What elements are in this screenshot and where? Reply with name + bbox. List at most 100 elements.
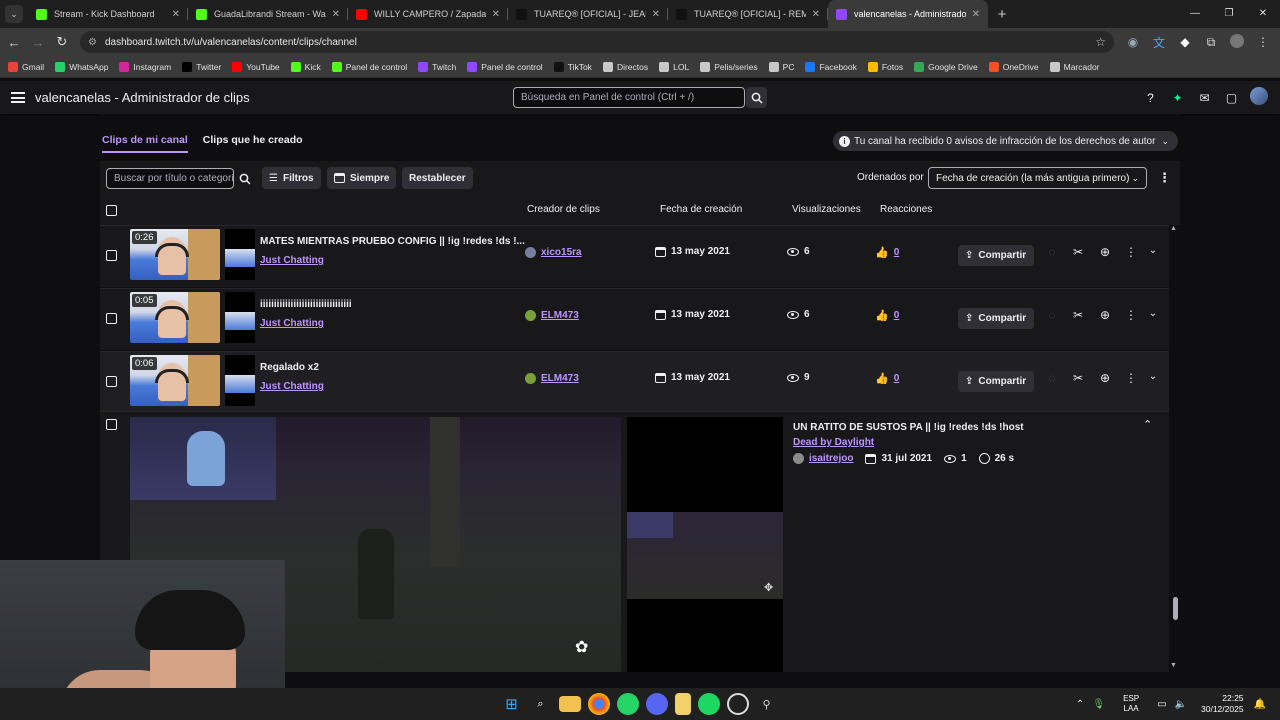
bookmark-item[interactable]: Directos [602,61,648,72]
scissors-icon[interactable]: ✂ [1070,308,1086,328]
app-icon[interactable]: ⚲ [756,693,778,715]
select-all-checkbox[interactable] [106,205,117,216]
browser-tab[interactable]: GuadaLibrandi Stream - Watch ✕ [188,0,348,28]
clip-search-input[interactable]: Buscar por título o categoría [106,168,234,189]
clip-thumbnail[interactable]: 0:05 [130,292,220,343]
bookmark-item[interactable]: Kick [290,61,321,72]
row-checkbox[interactable] [106,419,117,430]
time-range-button[interactable]: Siempre [327,167,397,189]
more-options-icon[interactable]: ⋮ [1123,371,1139,391]
tab-search-button[interactable]: ⌄ [5,5,23,23]
extension-icon[interactable]: ◉ [1120,35,1146,49]
bookmark-item[interactable]: Fotos [867,61,903,72]
add-circle-icon[interactable]: ⊕ [1097,245,1113,265]
inbox-icon[interactable]: ✉ [1191,91,1218,105]
row-checkbox[interactable] [106,313,117,324]
forward-button[interactable]: → [26,35,50,50]
user-avatar[interactable] [1245,87,1272,108]
windows-start-icon[interactable]: ⊞ [501,693,523,715]
browser-tab[interactable]: TUAREQ® [OFICIAL] - JEAN M ✕ [508,0,668,28]
share-button[interactable]: ⇪ Compartir [958,371,1035,392]
notes-icon[interactable] [674,693,691,715]
clip-thumbnail-preview[interactable]: ✥ [627,417,783,672]
chevron-up-icon[interactable]: ⌃ [1076,699,1084,710]
column-views[interactable]: Visualizaciones [792,204,861,215]
bookmark-item[interactable]: Panel de control [467,61,543,72]
extension-icon[interactable]: ◆ [1172,35,1198,49]
clip-category[interactable]: Just Chatting [260,255,324,266]
filters-button[interactable]: ☰ Filtros [262,167,321,189]
system-clock[interactable]: 22:25 30/12/2025 [1201,693,1244,715]
reload-button[interactable]: ↻ [50,34,74,50]
clip-creator[interactable]: ELM473 [525,310,579,321]
bookmark-item[interactable]: Pelis/series [700,61,758,72]
bookmark-item[interactable]: Google Drive [914,61,978,72]
clip-search-button[interactable] [235,168,255,189]
expanded-clip-category[interactable]: Dead by Daylight [793,437,874,448]
whatsapp-icon[interactable] [616,693,639,715]
browser-menu-icon[interactable]: ⋮ [1250,35,1276,49]
scissors-icon[interactable]: ✂ [1070,371,1086,391]
bookmark-item[interactable]: YouTube [232,61,280,72]
share-button[interactable]: ⇪ Compartir [958,245,1035,266]
bookmark-item[interactable]: Gmail [8,61,44,72]
clip-creator[interactable]: xico15ra [525,247,582,258]
browser-tab[interactable]: TUAREQ® [OFICIAL] - REMERA ✕ [668,0,828,28]
bookmark-item[interactable]: WhatsApp [55,61,108,72]
clip-vertical-thumbnail[interactable] [225,355,255,406]
chevron-up-icon[interactable]: ⌃ [1143,418,1152,431]
clip-vertical-thumbnail[interactable] [225,229,255,280]
scissors-icon[interactable]: ✂ [1070,245,1086,265]
chevron-down-icon[interactable]: ⌄ [1145,308,1161,328]
whispers-icon[interactable]: ▢ [1218,91,1245,105]
more-options-icon[interactable]: ⋮ [1158,170,1171,186]
clip-thumbnail[interactable]: 0:06 [130,355,220,406]
puzzle-icon[interactable]: ⧉ [1198,35,1224,50]
row-checkbox[interactable] [106,376,117,387]
search-button[interactable] [746,87,767,108]
close-tab-icon[interactable]: ✕ [332,9,340,20]
bookmark-item[interactable]: PC [768,61,794,72]
browser-tab[interactable]: valencanelas - Administrador d ✕ [828,0,988,28]
file-explorer-icon[interactable] [558,696,581,712]
maximize-button[interactable]: ❐ [1212,0,1246,28]
clip-title[interactable]: iiiiiiiiiiiiiiiiiiiiiiiiiiiiiiiii [260,299,352,310]
close-tab-icon[interactable]: ✕ [492,9,500,20]
copyright-notice[interactable]: i Tu canal ha recibido 0 avisos de infra… [832,131,1178,151]
profile-avatar[interactable] [1224,33,1250,51]
language-indicator[interactable]: ESP LAA [1123,694,1139,714]
clip-category[interactable]: Just Chatting [260,318,324,329]
add-circle-icon[interactable]: ⊕ [1097,371,1113,391]
add-circle-icon[interactable]: ⊕ [1097,308,1113,328]
tab-my-clips[interactable]: Clips que he creado [203,134,303,153]
close-tab-icon[interactable]: ✕ [812,9,820,20]
clip-creator[interactable]: ELM473 [525,373,579,384]
minimize-button[interactable]: — [1178,0,1212,28]
bookmark-item[interactable]: Panel de control [331,61,407,72]
scroll-up-icon[interactable]: ▲ [1170,225,1177,232]
new-tab-button[interactable]: + [988,6,1016,23]
bookmark-item[interactable]: Marcador [1049,61,1100,72]
clip-row[interactable]: 0:26 MATES MIENTRAS PRUEBO CONFIG || !ig … [100,225,1169,287]
search-icon[interactable]: ⌕ [530,693,552,715]
chrome-icon[interactable] [587,693,610,715]
clip-reactions[interactable]: 👍 0 [875,372,899,385]
help-icon[interactable]: ? [1137,91,1164,105]
clip-title[interactable]: Regalado x2 [260,362,319,373]
translate-icon[interactable]: 文 [1146,34,1172,51]
clip-vertical-thumbnail[interactable] [225,292,255,343]
close-tab-icon[interactable]: ✕ [972,9,980,20]
reset-button[interactable]: Restablecer [402,167,473,189]
chevron-down-icon[interactable]: ⌄ [1145,371,1161,391]
bookmark-item[interactable]: LOL [659,61,689,72]
more-options-icon[interactable]: ⋮ [1123,245,1139,265]
column-reactions[interactable]: Reacciones [880,204,932,215]
bookmark-star-icon[interactable]: ☆ [1095,35,1106,49]
bookmark-item[interactable]: Facebook [805,61,857,72]
browser-tab[interactable]: Stream - Kick Dashboard ✕ [28,0,188,28]
menu-icon[interactable] [11,92,25,103]
clip-title[interactable]: MATES MIENTRAS PRUEBO CONFIG || !ig !red… [260,236,525,247]
bookmark-item[interactable]: OneDrive [988,61,1039,72]
scrollbar-thumb[interactable] [1173,597,1178,620]
notifications-icon[interactable]: 🔔 [1254,699,1266,710]
